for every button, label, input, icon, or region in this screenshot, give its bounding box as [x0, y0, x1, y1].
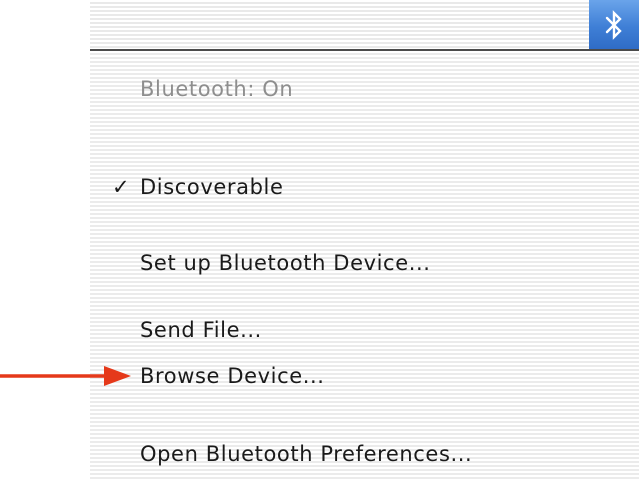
bluetooth-dropdown-menu: Bluetooth: On ✓ Discoverable Set up Blue… [90, 51, 639, 480]
menu-item-label: Discoverable [140, 175, 284, 199]
menu-item-send-file[interactable]: Send File... [90, 310, 639, 350]
menu-item-label: Send File... [140, 318, 262, 342]
menu-item-label: Browse Device... [140, 364, 325, 388]
checkmark-icon: ✓ [112, 175, 131, 199]
menu-item-browse-device[interactable]: Browse Device... [90, 356, 639, 396]
menu-item-label: Bluetooth: On [140, 77, 294, 101]
menu-item-discoverable[interactable]: ✓ Discoverable [90, 167, 639, 207]
menu-bar [90, 0, 639, 49]
red-arrow-icon [0, 366, 131, 386]
menu-item-open-preferences[interactable]: Open Bluetooth Preferences... [90, 434, 639, 474]
menu-item-label: Open Bluetooth Preferences... [140, 442, 473, 466]
bluetooth-icon [603, 9, 625, 41]
bluetooth-menu-extra[interactable] [589, 0, 639, 49]
menu-item-label: Set up Bluetooth Device... [140, 251, 431, 275]
menu-item-bluetooth-status: Bluetooth: On [90, 69, 639, 109]
screenshot-canvas: Bluetooth: On ✓ Discoverable Set up Blue… [0, 0, 639, 480]
menu-item-setup-device[interactable]: Set up Bluetooth Device... [90, 243, 639, 283]
